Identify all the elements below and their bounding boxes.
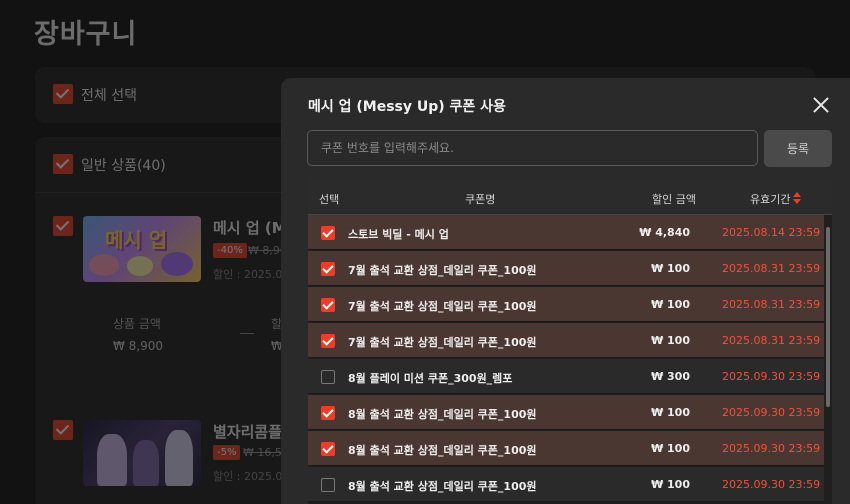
header-expiry[interactable]: 유효기간: [750, 191, 790, 207]
row-checkbox[interactable]: [321, 442, 335, 456]
close-icon[interactable]: [811, 95, 831, 115]
table-row[interactable]: 7월 출석 교환 상점_데일리 쿠폰_100원 ₩ 100 2025.08.31 2…: [308, 251, 824, 286]
coupon-name: 8월 출석 교환 상점_데일리 쿠폰_100원: [348, 408, 537, 421]
discount-amount: ₩ 4,840: [639, 226, 690, 239]
discount-badge: -40%: [213, 243, 247, 258]
table-row[interactable]: 8월 출석 교환 상점_데일리 쿠폰_100원 ₩ 100 2025.09.30 2…: [308, 431, 824, 466]
expiry-date: 2025.09.30 23:59: [722, 406, 821, 419]
table-row[interactable]: 8월 출석 교환 상점_데일리 쿠폰_100원 ₩ 100 2025.09.30 2…: [308, 395, 824, 430]
expiry-date: 2025.09.30 23:59: [722, 370, 821, 383]
register-button[interactable]: 등록: [764, 130, 832, 167]
row-checkbox[interactable]: [321, 334, 335, 348]
expiry-date: 2025.08.14 23:59: [722, 226, 821, 239]
row-checkbox[interactable]: [321, 370, 335, 384]
row-checkbox[interactable]: [321, 298, 335, 312]
row-checkbox[interactable]: [321, 262, 335, 276]
discount-badge: -5%: [213, 445, 241, 460]
table-row[interactable]: 8월 플레이 미션 쿠폰_300원_렘포 ₩ 300 2025.09.30 23:5…: [308, 359, 824, 394]
thumbnail-art: 메시 업: [105, 228, 168, 252]
discount-amount: ₩ 300: [651, 370, 690, 383]
expiry-date: 2025.08.31 23:59: [722, 262, 821, 275]
header-discount-amount: 할인 금액: [652, 193, 696, 206]
coupon-name: 7월 출석 교환 상점_데일리 쿠폰_100원: [348, 264, 537, 277]
header-select: 선택: [319, 193, 340, 206]
sort-icon[interactable]: [793, 192, 801, 205]
discount-amount: ₩ 100: [651, 442, 690, 455]
coupon-name: 8월 플레이 미션 쿠폰_300원_렘포: [348, 372, 513, 385]
expiry-date: 2025.08.31 23:59: [722, 298, 821, 311]
expiry-date: 2025.09.30 23:59: [722, 442, 821, 455]
table-row[interactable]: 7월 출석 교환 상점_데일리 쿠폰_100원 ₩ 100 2025.08.31 2…: [308, 323, 824, 358]
expiry-date: 2025.08.31 23:59: [722, 334, 821, 347]
coupon-name: 스토브 빅딜 - 메시 업: [348, 228, 449, 241]
table-header: 선택 쿠폰명 할인 금액 유효기간: [308, 180, 832, 215]
game-thumbnail[interactable]: [83, 420, 201, 486]
row-checkbox[interactable]: [321, 478, 335, 492]
coupon-modal: 메시 업 (Messy Up) 쿠폰 사용 등록 선택 쿠폰명 할인 금액 유효…: [281, 78, 850, 504]
scrollbar-thumb[interactable]: [826, 227, 830, 407]
select-all-checkbox[interactable]: [53, 84, 73, 104]
coupon-name: 8월 출석 교환 상점_데일리 쿠폰_100원: [348, 444, 537, 457]
modal-title: 메시 업 (Messy Up) 쿠폰 사용: [308, 99, 506, 115]
page-title: 장바구니: [34, 19, 138, 50]
minus-sign: [240, 333, 254, 334]
game-thumbnail[interactable]: 메시 업: [83, 216, 201, 282]
coupon-table: 선택 쿠폰명 할인 금액 유효기간 스토브 빅딜 - 메시 업 ₩ 4,840 20…: [308, 180, 832, 504]
header-coupon-name: 쿠폰명: [465, 193, 496, 206]
discount-amount: ₩ 100: [651, 298, 690, 311]
coupon-name: 7월 출석 교환 상점_데일리 쿠폰_100원: [348, 300, 537, 313]
select-all-label: 전체 선택: [81, 88, 137, 104]
row-checkbox[interactable]: [321, 406, 335, 420]
group-checkbox[interactable]: [53, 154, 73, 174]
group-label: 일반 상품(40): [81, 158, 166, 174]
table-row[interactable]: 8월 출석 교환 상점_데일리 쿠폰_100원 ₩ 100 2025.09.30 2…: [308, 467, 824, 502]
table-row[interactable]: 스토브 빅딜 - 메시 업 ₩ 4,840 2025.08.14 23:59: [308, 215, 824, 250]
row-checkbox[interactable]: [321, 226, 335, 240]
coupon-name: 7월 출석 교환 상점_데일리 쿠폰_100원: [348, 336, 537, 349]
coupon-code-input[interactable]: [307, 130, 758, 166]
discount-amount: ₩ 100: [651, 334, 690, 347]
product-price-label: 상품 금액: [113, 317, 161, 331]
item-checkbox[interactable]: [53, 216, 73, 236]
table-row[interactable]: 7월 출석 교환 상점_데일리 쿠폰_100원 ₩ 100 2025.08.31 2…: [308, 287, 824, 322]
discount-amount: ₩ 100: [651, 478, 690, 491]
scrollbar[interactable]: [824, 215, 832, 504]
discount-amount: ₩ 100: [651, 406, 690, 419]
coupon-name: 8월 출석 교환 상점_데일리 쿠폰_100원: [348, 480, 537, 493]
item-checkbox[interactable]: [53, 420, 73, 440]
product-price-value: ₩ 8,900: [113, 339, 164, 353]
discount-amount: ₩ 100: [651, 262, 690, 275]
expiry-date: 2025.09.30 23:59: [722, 478, 821, 491]
